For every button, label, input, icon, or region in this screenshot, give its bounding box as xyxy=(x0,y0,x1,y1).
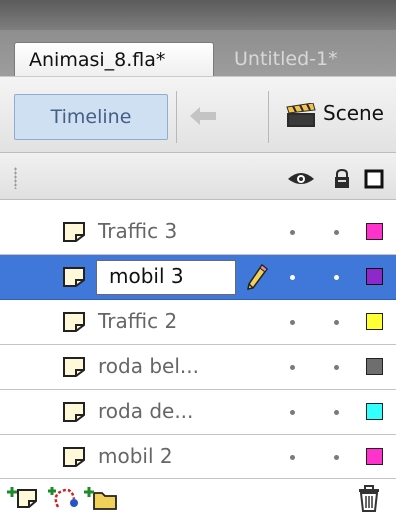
visibility-dot[interactable] xyxy=(290,410,295,415)
document-tab-bar: Animasi_8.fla* Untitled-1* xyxy=(0,30,396,76)
layer-color-swatch[interactable] xyxy=(366,448,383,465)
layer-name: roda bel... xyxy=(98,354,199,378)
layer-name: Traffic 2 xyxy=(98,309,178,333)
layer-page-icon xyxy=(63,267,85,287)
new-layer-icon[interactable] xyxy=(6,485,40,511)
lock-icon[interactable] xyxy=(332,169,352,189)
visibility-dot[interactable] xyxy=(290,230,295,235)
lock-dot[interactable] xyxy=(334,410,339,415)
layer-name: mobil 2 xyxy=(98,444,173,468)
lock-dot[interactable] xyxy=(334,455,339,460)
layer-color-swatch[interactable] xyxy=(366,313,383,330)
tab-animasi-8[interactable]: Animasi_8.fla* xyxy=(14,42,214,76)
trash-icon[interactable] xyxy=(356,485,382,513)
layer-row-roda-bel[interactable]: roda bel... xyxy=(0,345,396,390)
layer-color-swatch[interactable] xyxy=(366,358,383,375)
layer-row-mobil-2[interactable]: mobil 2 xyxy=(0,435,396,480)
layer-row-traffic-3[interactable]: Traffic 3 xyxy=(0,210,396,255)
lock-dot[interactable] xyxy=(334,365,339,370)
toolbar-divider xyxy=(176,91,177,143)
lock-dot[interactable] xyxy=(334,320,339,325)
back-arrow-icon[interactable] xyxy=(188,105,218,127)
layer-color-swatch[interactable] xyxy=(366,268,383,285)
motion-guide-icon[interactable] xyxy=(48,485,80,511)
layer-row-traffic-2[interactable]: Traffic 2 xyxy=(0,300,396,345)
visibility-dot[interactable] xyxy=(290,275,295,280)
layer-list: Traffic 3 mobil 3 Traffic 2 roda bel... … xyxy=(0,210,396,480)
layer-name-input[interactable]: mobil 3 xyxy=(96,260,236,295)
layer-bottom-toolbar xyxy=(0,478,396,517)
layer-header xyxy=(0,152,396,200)
edit-bar: Timeline Scene xyxy=(0,76,396,152)
toolbar-divider xyxy=(268,91,269,143)
timeline-button[interactable]: Timeline xyxy=(14,94,168,140)
layer-page-icon xyxy=(63,357,85,377)
layer-page-icon xyxy=(63,402,85,422)
layer-name: roda de... xyxy=(98,399,194,423)
lock-dot[interactable] xyxy=(334,230,339,235)
layer-name: Traffic 3 xyxy=(98,219,178,243)
panel-grip[interactable] xyxy=(14,167,17,189)
clapperboard-icon xyxy=(286,103,316,127)
layer-row-mobil-3[interactable]: mobil 3 xyxy=(0,255,396,300)
visibility-dot[interactable] xyxy=(290,365,295,370)
eye-icon[interactable] xyxy=(287,169,315,187)
scene-label[interactable]: Scene xyxy=(323,101,384,125)
lock-dot[interactable] xyxy=(334,275,339,280)
layer-color-swatch[interactable] xyxy=(366,403,383,420)
layer-page-icon xyxy=(63,222,85,242)
visibility-dot[interactable] xyxy=(290,320,295,325)
pencil-icon xyxy=(247,263,269,290)
layer-color-swatch[interactable] xyxy=(366,223,383,240)
tab-untitled-1[interactable]: Untitled-1* xyxy=(230,42,396,76)
outline-icon[interactable] xyxy=(364,169,384,189)
layer-page-icon xyxy=(63,312,85,332)
layer-row-roda-de[interactable]: roda de... xyxy=(0,390,396,435)
visibility-dot[interactable] xyxy=(290,455,295,460)
layer-page-icon xyxy=(63,447,85,467)
new-folder-icon[interactable] xyxy=(84,485,118,511)
